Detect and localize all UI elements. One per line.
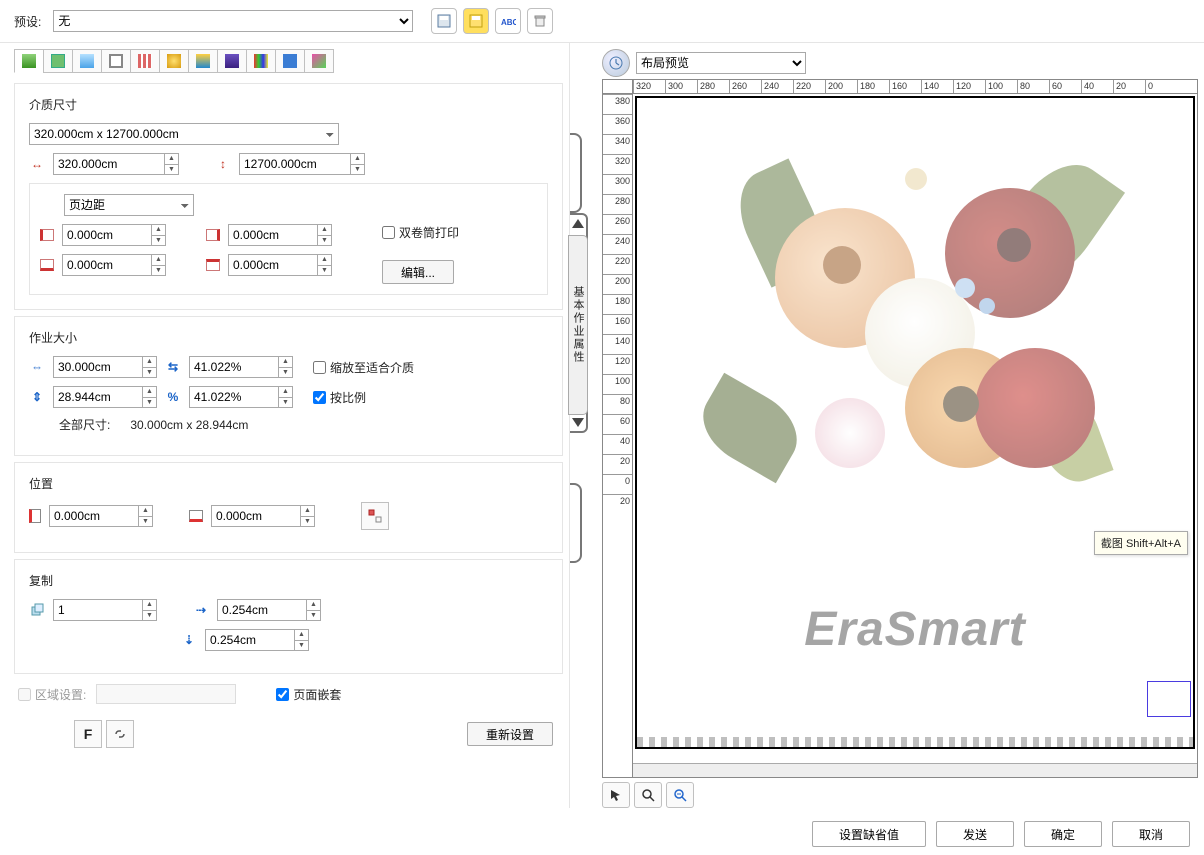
tab-job-icon[interactable] <box>72 49 102 73</box>
watermark-text: EraSmart <box>804 602 1025 657</box>
media-size-preset-select[interactable]: 320.000cm x 12700.000cm <box>29 123 339 145</box>
copy-gapx-icon: ⇢ <box>193 602 209 618</box>
margin-right-icon <box>206 229 220 241</box>
dialog-button-bar: 设置缺省值 发送 确定 取消 <box>812 821 1190 847</box>
height-icon: ↕ <box>215 156 231 172</box>
font-icon-button[interactable]: F <box>74 720 102 748</box>
preview-mode-select[interactable]: 布局预览 <box>636 52 806 74</box>
copy-gapy-input[interactable]: ▲▼ <box>205 629 309 651</box>
margin-left-icon <box>40 229 54 241</box>
horizontal-scrollbar[interactable] <box>633 763 1197 777</box>
svg-text:ABC: ABC <box>501 18 516 27</box>
screenshot-tooltip: 截图 Shift+Alt+A <box>1094 531 1188 555</box>
top-preset-row: 预设: 无 ABC <box>0 0 1204 43</box>
ruler-corner <box>603 80 633 94</box>
job-width-pct-input[interactable]: ▲▼ <box>189 356 293 378</box>
job-width-pct-icon: ⇆ <box>165 359 181 375</box>
media-size-title: 介质尺寸 <box>29 96 548 113</box>
reset-button[interactable]: 重新设置 <box>467 722 553 746</box>
section-media-size: 介质尺寸 320.000cm x 12700.000cm ↔ ▲▼ ↕ ▲▼ <box>14 83 563 310</box>
region-setting-check[interactable]: 区域设置: <box>18 686 86 703</box>
ok-button[interactable]: 确定 <box>1024 821 1102 847</box>
tab-brush-icon[interactable] <box>304 49 334 73</box>
side-tab-label[interactable]: 基本作业属性 <box>568 235 588 415</box>
tab-grid-icon[interactable] <box>130 49 160 73</box>
section-position: 位置 ▲▼ ▲▼ <box>14 462 563 553</box>
margin-bottom-icon <box>40 259 54 271</box>
position-anchor-button[interactable] <box>361 502 389 530</box>
job-height-pct-input[interactable]: ▲▼ <box>189 386 293 408</box>
trash-icon[interactable] <box>527 8 553 34</box>
zoom-fit-icon[interactable] <box>666 782 694 808</box>
pointer-tool-icon[interactable] <box>602 782 630 808</box>
keep-ratio-check[interactable]: 按比例 <box>313 389 366 406</box>
job-height-pct-icon: % <box>165 389 181 405</box>
selection-indicator <box>1147 681 1191 717</box>
width-icon: ↔ <box>29 156 45 172</box>
job-width-input[interactable]: ▲▼ <box>53 356 157 378</box>
pos-x-icon <box>29 509 41 523</box>
tab-colorbars-icon[interactable] <box>246 49 276 73</box>
preview-canvas[interactable]: 3203002802602402202001801601401201008060… <box>602 79 1198 778</box>
set-default-button[interactable]: 设置缺省值 <box>812 821 926 847</box>
copy-count-input[interactable]: ▲▼ <box>53 599 157 621</box>
tab-toolbar <box>14 49 563 73</box>
pos-y-input[interactable]: ▲▼ <box>211 505 315 527</box>
media-width-input[interactable]: ▲▼ <box>53 153 179 175</box>
pos-y-icon <box>189 510 203 522</box>
copy-gapx-input[interactable]: ▲▼ <box>217 599 321 621</box>
preset-label: 预设: <box>14 13 41 30</box>
preset-select[interactable]: 无 <box>53 10 413 32</box>
margin-left-input[interactable]: ▲▼ <box>62 224 166 246</box>
fit-media-check[interactable]: 缩放至适合介质 <box>313 359 414 376</box>
right-preview-panel: 布局预览 32030028026024022020018016014012010… <box>596 43 1204 808</box>
tab-frame-icon[interactable] <box>101 49 131 73</box>
media-height-input[interactable]: ▲▼ <box>239 153 365 175</box>
margin-bottom-input[interactable]: ▲▼ <box>62 254 166 276</box>
pos-x-input[interactable]: ▲▼ <box>49 505 153 527</box>
region-setting-field <box>96 684 236 704</box>
job-width-icon: ⇔ <box>29 359 45 375</box>
link-icon-button[interactable] <box>106 720 134 748</box>
job-size-title: 作业大小 <box>29 329 548 346</box>
left-properties-panel: 介质尺寸 320.000cm x 12700.000cm ↔ ▲▼ ↕ ▲▼ <box>0 43 570 808</box>
job-height-input[interactable]: ▲▼ <box>53 386 157 408</box>
horizontal-ruler: 3203002802602402202001801601401201008060… <box>633 80 1197 94</box>
artwork-flowers <box>705 128 1125 508</box>
copy-title: 复制 <box>29 572 548 589</box>
preview-toolbar <box>602 782 1198 808</box>
all-size-value: 30.000cm x 28.944cm <box>130 418 248 432</box>
edit-button[interactable]: 编辑... <box>382 260 454 284</box>
page-nest-check[interactable]: 页面嵌套 <box>276 686 341 703</box>
copy-count-icon <box>29 602 45 618</box>
double-roll-check[interactable]: 双卷筒打印 <box>382 224 459 241</box>
section-copy: 复制 ▲▼ ⇢ ▲▼ ⇣ ▲▼ <box>14 559 563 674</box>
margin-type-select[interactable]: 页边距 <box>64 194 194 216</box>
tab-layout-icon[interactable] <box>14 49 44 73</box>
collapse-handle[interactable]: 基本作业属性 <box>570 43 596 808</box>
margin-right-input[interactable]: ▲▼ <box>228 224 332 246</box>
cancel-button[interactable]: 取消 <box>1112 821 1190 847</box>
zoom-tool-icon[interactable] <box>634 782 662 808</box>
save-as-icon[interactable] <box>463 8 489 34</box>
all-size-label: 全部尺寸: <box>59 416 110 433</box>
position-title: 位置 <box>29 475 548 492</box>
margin-block: 页边距 ▲▼ ▲▼ <box>29 183 548 295</box>
page-artboard: EraSmart <box>635 96 1195 749</box>
tab-envelope-icon[interactable] <box>275 49 305 73</box>
margin-top-input[interactable]: ▲▼ <box>228 254 332 276</box>
save-icon[interactable] <box>431 8 457 34</box>
tab-page-icon[interactable] <box>43 49 73 73</box>
copy-gapy-icon: ⇣ <box>181 632 197 648</box>
tab-layers-icon[interactable] <box>217 49 247 73</box>
vertical-ruler: 3803603403203002802602402202001801601401… <box>603 94 633 777</box>
send-button[interactable]: 发送 <box>936 821 1014 847</box>
section-job-size: 作业大小 ⇔ ▲▼ ⇆ ▲▼ 缩放至适合介质 ⇕ ▲▼ % ▲▼ 按比例 全部尺… <box>14 316 563 456</box>
margin-top-icon <box>206 259 220 271</box>
abc-rename-icon[interactable]: ABC <box>495 8 521 34</box>
tab-effects-icon[interactable] <box>159 49 189 73</box>
job-height-icon: ⇕ <box>29 389 45 405</box>
clock-icon[interactable] <box>602 49 630 77</box>
tab-gradient-icon[interactable] <box>188 49 218 73</box>
